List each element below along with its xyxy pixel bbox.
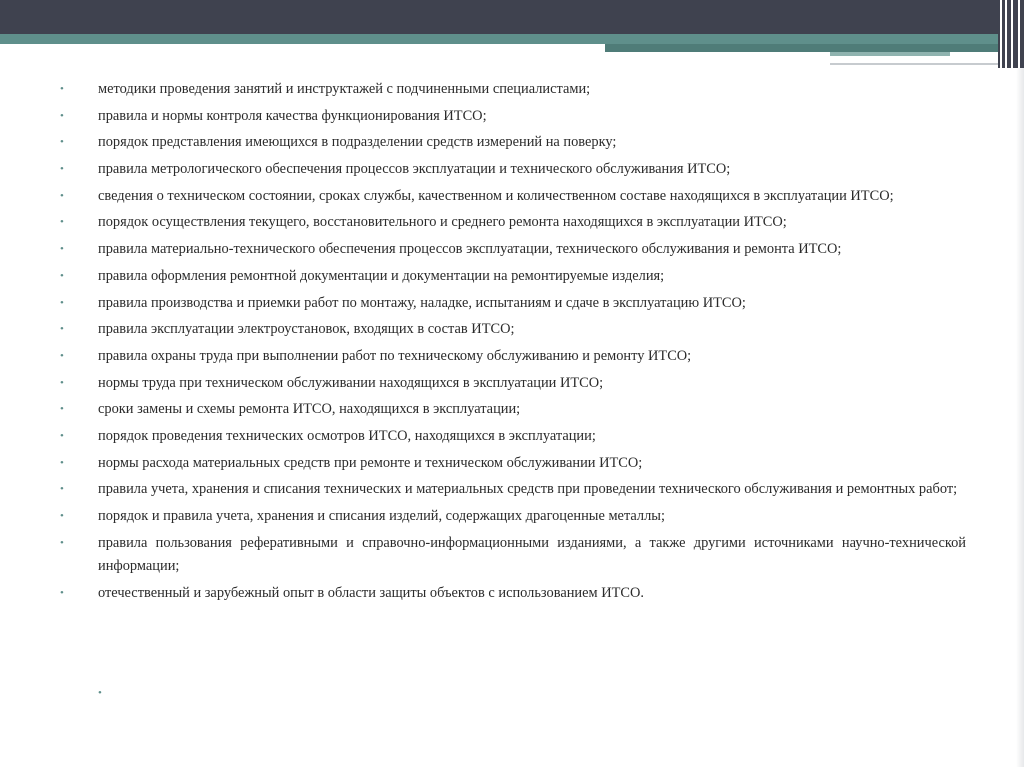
slide: • методики проведения занятий и инструкта… bbox=[0, 0, 1024, 767]
bullet-icon: • bbox=[60, 136, 64, 149]
list-item-text: порядок осуществления текущего, восстано… bbox=[98, 214, 787, 231]
page-edge-shadow bbox=[1016, 68, 1024, 767]
bullet-icon: • bbox=[60, 83, 64, 95]
list-item: • правила метрологического обеспечения пр… bbox=[60, 158, 966, 182]
bullet-icon: • bbox=[60, 510, 64, 522]
list-item-text: правила оформления ремонтной документаци… bbox=[98, 267, 665, 284]
list-item-text: порядок и правила учета, хранения и спис… bbox=[98, 508, 665, 524]
list-item: • сроки замены и схемы ремонта ИТСО, нахо… bbox=[60, 398, 966, 422]
list-item: • порядок и правила учета, хранения и спи… bbox=[60, 505, 966, 529]
list-item: • правила производства и приемки работ по… bbox=[60, 292, 966, 316]
list-item-text: сведения о техническом состоянии, сроках… bbox=[98, 187, 894, 204]
list-item-text: правила охраны труда при выполнении рабо… bbox=[98, 347, 692, 364]
header-bar bbox=[0, 0, 1024, 34]
header-accent-thin bbox=[830, 52, 950, 56]
list-item: • сведения о техническом состоянии, срока… bbox=[60, 185, 966, 209]
list-item-text: правила учета, хранения и списания техни… bbox=[98, 481, 958, 498]
list-item: • правила пользования реферативными и спр… bbox=[60, 532, 966, 579]
bullet-icon: • bbox=[60, 163, 64, 176]
bullet-icon: • bbox=[60, 483, 64, 496]
list-item-text: нормы труда при техническом обслуживании… bbox=[98, 374, 604, 391]
bullet-icon: • bbox=[60, 349, 64, 362]
list-item: • порядок проведения технических осмотров… bbox=[60, 425, 966, 449]
list-item-text: нормы расхода материальных средств при р… bbox=[98, 454, 643, 471]
list-item-text: сроки замены и схемы ремонта ИТСО, наход… bbox=[98, 401, 521, 418]
bullet-icon: • bbox=[60, 269, 64, 282]
list-item: • правила охраны труда при выполнении раб… bbox=[60, 345, 966, 369]
bullet-icon: • bbox=[60, 323, 64, 336]
bullet-list: • методики проведения занятий и инструкта… bbox=[60, 78, 966, 605]
header-accent-band bbox=[0, 34, 1000, 44]
bullet-icon: • bbox=[60, 429, 64, 442]
list-item: • отечественный и зарубежный опыт в облас… bbox=[60, 582, 966, 606]
list-item: • правила материально-технического обеспе… bbox=[60, 238, 966, 262]
list-item: • порядок осуществления текущего, восстан… bbox=[60, 211, 966, 235]
list-item-text: правила и нормы контроля качества функци… bbox=[98, 107, 487, 124]
bullet-icon: • bbox=[60, 376, 64, 389]
corner-stripes-decoration bbox=[998, 0, 1024, 68]
list-item-text: правила метрологического обеспечения про… bbox=[98, 161, 731, 178]
bullet-icon: • bbox=[60, 586, 64, 599]
list-item-text: порядок представления имеющихся в подраз… bbox=[98, 134, 617, 151]
bullet-icon: • bbox=[60, 296, 64, 309]
list-item: • правила учета, хранения и списания техн… bbox=[60, 478, 966, 502]
bullet-icon: • bbox=[60, 189, 64, 202]
list-item: • порядок представления имеющихся в подра… bbox=[60, 131, 966, 155]
list-item: • правила оформления ремонтной документац… bbox=[60, 265, 966, 289]
list-item: • нормы труда при техническом обслуживани… bbox=[60, 372, 966, 396]
bullet-icon: • bbox=[60, 216, 64, 229]
list-item-text: правила эксплуатации электроустановок, в… bbox=[98, 321, 515, 338]
bullet-icon: • bbox=[60, 109, 64, 122]
list-item-text: отечественный и зарубежный опыт в област… bbox=[98, 584, 644, 601]
bullet-icon: • bbox=[60, 403, 64, 416]
list-item-text: правила производства и приемки работ по … bbox=[98, 294, 746, 311]
bullet-icon: • bbox=[60, 536, 64, 549]
header-divider-line bbox=[830, 63, 1000, 65]
bullet-icon: • bbox=[60, 243, 64, 256]
list-item: • методики проведения занятий и инструкта… bbox=[60, 78, 966, 102]
slide-body: • методики проведения занятий и инструкта… bbox=[60, 78, 966, 609]
list-item-text: правила материально-технического обеспеч… bbox=[98, 241, 842, 258]
list-item: • правила и нормы контроля качества функц… bbox=[60, 105, 966, 129]
list-item-text: методики проведения занятий и инструктаж… bbox=[98, 81, 591, 97]
list-item: • нормы расхода материальных средств при … bbox=[60, 452, 966, 476]
empty-bullet-icon: • bbox=[98, 687, 102, 699]
bullet-icon: • bbox=[60, 456, 64, 469]
list-item-text: порядок проведения технических осмотров … bbox=[98, 427, 596, 444]
header-accent-dark bbox=[605, 44, 1000, 52]
list-item-text: правила пользования реферативными и спра… bbox=[98, 534, 966, 575]
list-item: • правила эксплуатации электроустановок, … bbox=[60, 318, 966, 342]
